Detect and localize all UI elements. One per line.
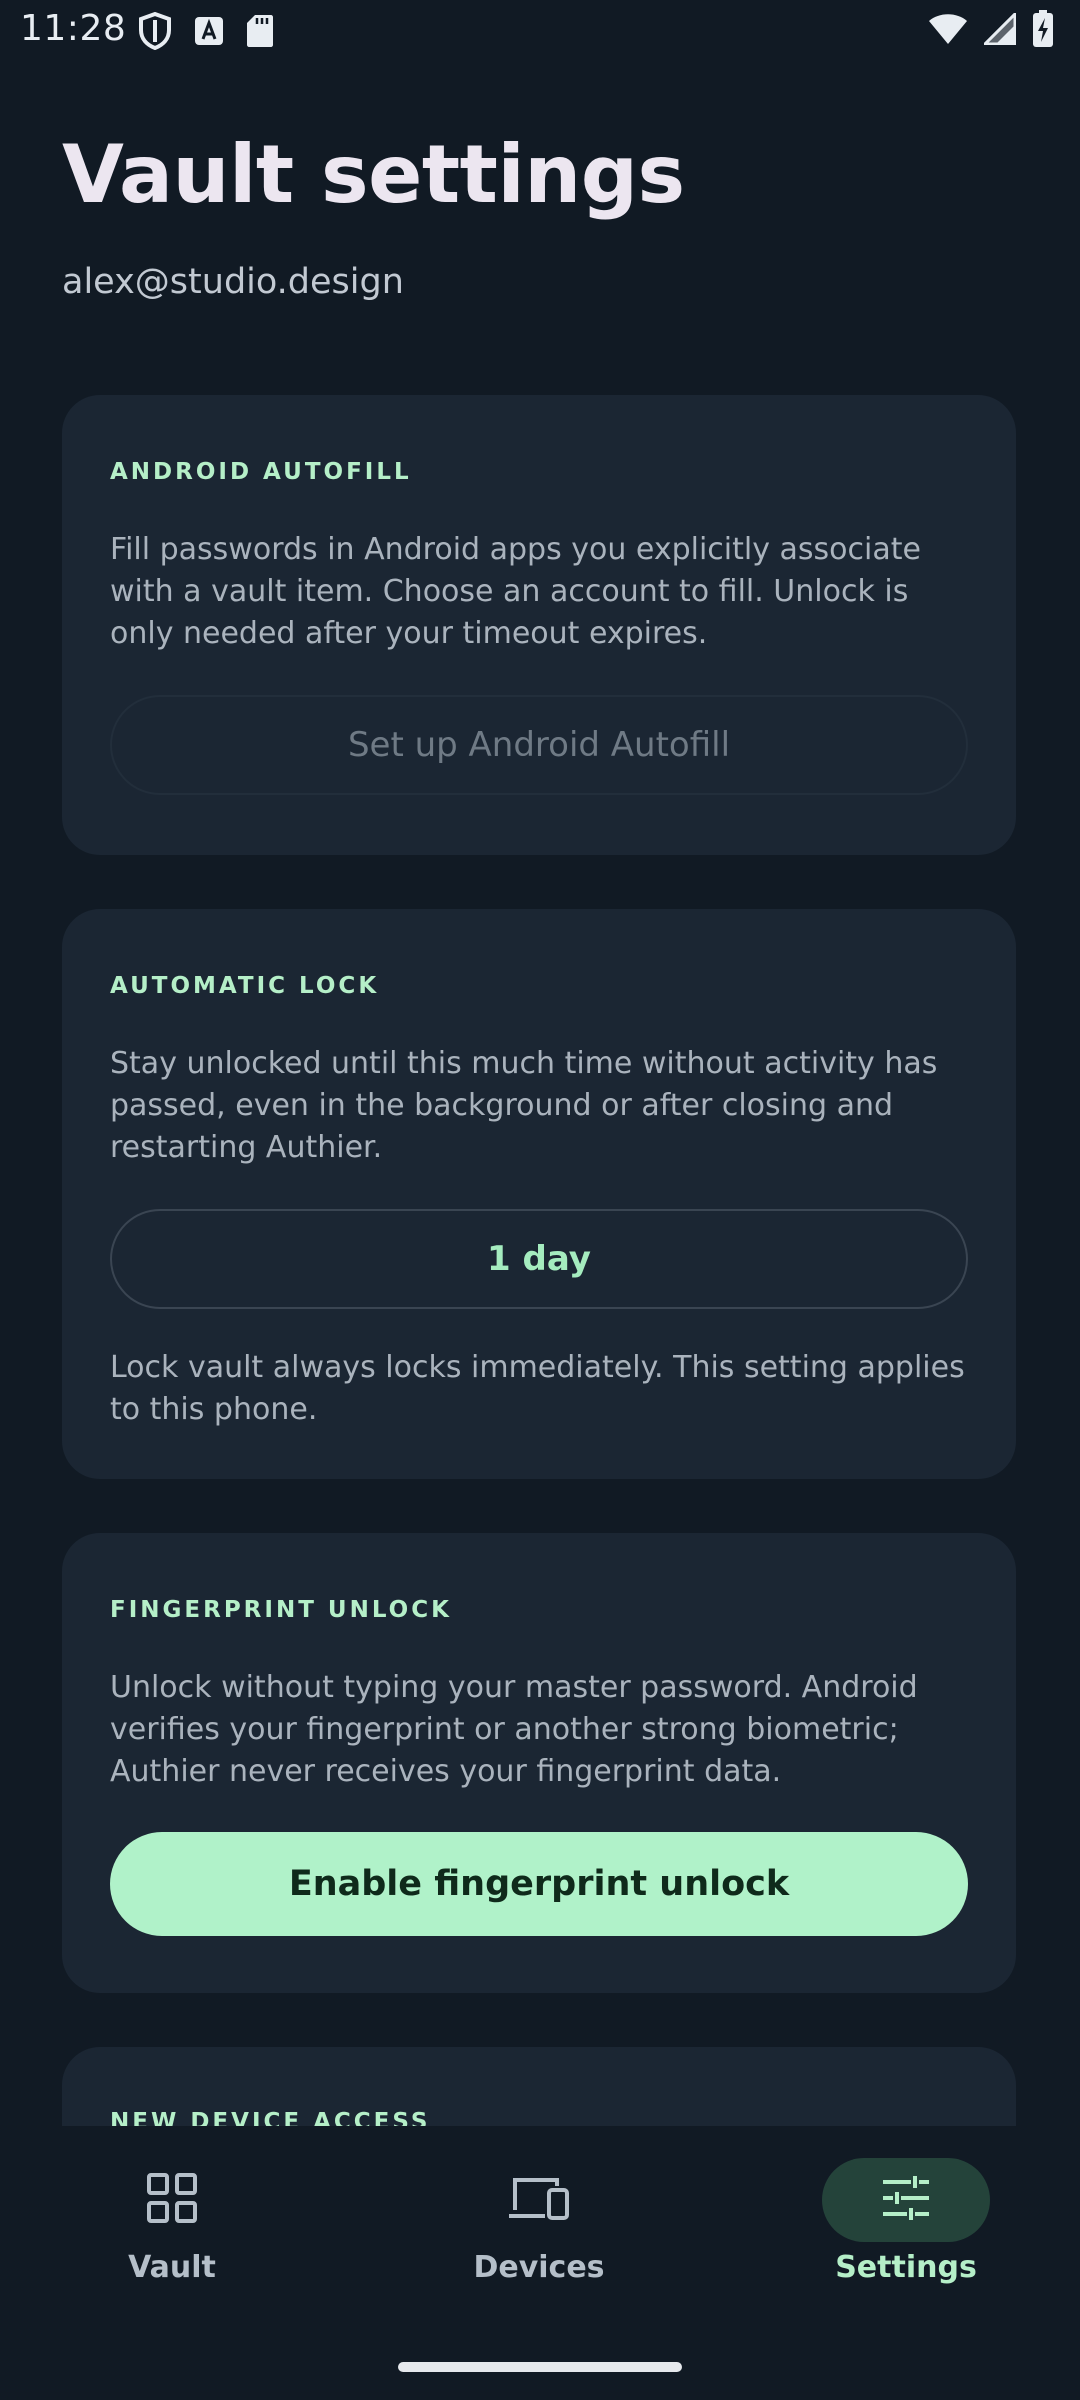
- nav-icon-container: [455, 2158, 623, 2242]
- automatic-lock-footnote: Lock vault always locks immediately. Thi…: [110, 1350, 965, 1427]
- signal-icon: [984, 13, 1016, 45]
- page-title: Vault settings: [62, 128, 685, 221]
- fingerprint-heading: FINGERPRINT UNLOCK: [110, 1597, 452, 1623]
- grid-icon: [146, 2172, 198, 2228]
- nav-item-vault[interactable]: Vault: [62, 2126, 282, 2326]
- automatic-lock-heading: AUTOMATIC LOCK: [110, 973, 380, 999]
- shield-icon: [138, 12, 172, 50]
- font-app-icon: [194, 16, 224, 46]
- home-indicator[interactable]: [398, 2362, 682, 2372]
- nav-item-settings[interactable]: Settings: [796, 2126, 1016, 2326]
- sliders-icon: [881, 2175, 931, 2225]
- nav-icon-container: [88, 2158, 256, 2242]
- bottom-navigation: Vault Devices Settings: [0, 2126, 1080, 2400]
- autofill-description: Fill passwords in Android apps you expli…: [110, 532, 921, 651]
- battery-charging-icon: [1032, 10, 1054, 48]
- automatic-lock-description: Stay unlocked until this much time witho…: [110, 1046, 938, 1165]
- enable-fingerprint-button[interactable]: Enable fingerprint unlock: [110, 1832, 968, 1936]
- screen: 11:28 Vault settings alex@studio.design …: [0, 0, 1080, 2400]
- nav-label-vault: Vault: [128, 2250, 216, 2285]
- account-email: alex@studio.design: [62, 262, 404, 302]
- fingerprint-description: Unlock without typing your master passwo…: [110, 1670, 918, 1789]
- lock-timeout-selector[interactable]: 1 day: [110, 1209, 968, 1309]
- autofill-card: ANDROID AUTOFILL Fill passwords in Andro…: [62, 395, 1016, 855]
- devices-icon: [507, 2174, 571, 2226]
- automatic-lock-card: AUTOMATIC LOCK Stay unlocked until this …: [62, 909, 1016, 1479]
- wifi-icon: [928, 13, 968, 45]
- autofill-heading: ANDROID AUTOFILL: [110, 459, 412, 485]
- nav-item-devices[interactable]: Devices: [429, 2126, 649, 2326]
- sd-card-icon: [246, 14, 274, 48]
- status-notification-icons: [138, 12, 274, 50]
- nav-icon-container-active: [822, 2158, 990, 2242]
- status-time: 11:28: [20, 8, 127, 49]
- status-system-icons: [928, 10, 1054, 48]
- nav-label-settings: Settings: [835, 2250, 977, 2285]
- fingerprint-card: FINGERPRINT UNLOCK Unlock without typing…: [62, 1533, 1016, 1993]
- nav-label-devices: Devices: [473, 2250, 605, 2285]
- status-bar: 11:28: [0, 0, 1080, 64]
- setup-autofill-button[interactable]: Set up Android Autofill: [110, 695, 968, 795]
